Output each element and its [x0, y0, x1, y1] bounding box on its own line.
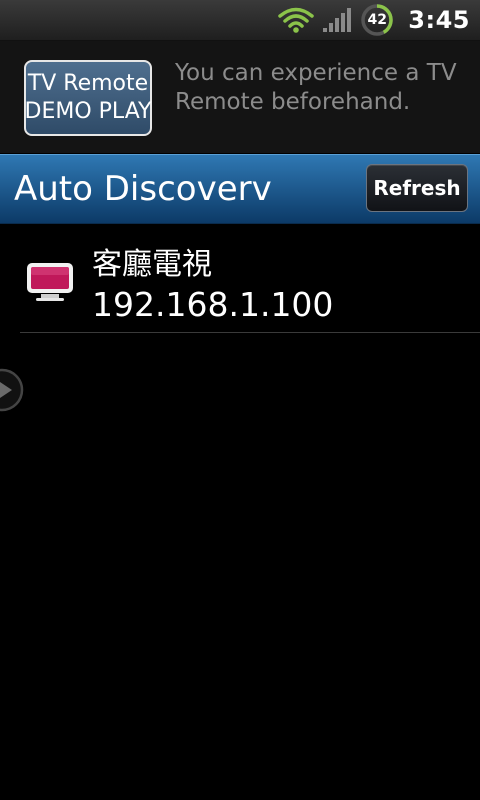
device-list: 客廳電視 192.168.1.100	[0, 222, 480, 333]
device-name: 客廳電視	[92, 247, 212, 282]
wifi-icon	[278, 7, 315, 33]
demo-description: You can experience a TV Remote beforehan…	[175, 60, 457, 115]
battery-indicator: 42	[360, 3, 394, 37]
list-divider	[20, 332, 480, 333]
auto-discovery-header: Auto Discoverv Refresh	[0, 154, 480, 224]
demo-button-line1: TV Remote	[27, 71, 149, 96]
status-bar: 42 3:45	[0, 0, 480, 41]
side-drawer-handle[interactable]	[0, 368, 24, 412]
refresh-button[interactable]: Refresh	[366, 164, 468, 212]
battery-percent: 42	[367, 12, 388, 28]
header-title: Auto Discoverv	[14, 169, 272, 209]
demo-button-line2: DEMO PLAY	[24, 99, 152, 124]
device-ip: 192.168.1.100	[92, 285, 334, 324]
demo-play-button[interactable]: TV Remote DEMO PLAY	[24, 60, 152, 136]
device-list-item[interactable]: 客廳電視 192.168.1.100	[0, 222, 480, 333]
status-icons: 42 3:45	[278, 0, 470, 40]
signal-icon	[323, 8, 352, 32]
demo-section: TV Remote DEMO PLAY You can experience a…	[0, 41, 480, 153]
tv-icon	[27, 263, 73, 301]
status-time: 3:45	[408, 6, 470, 34]
